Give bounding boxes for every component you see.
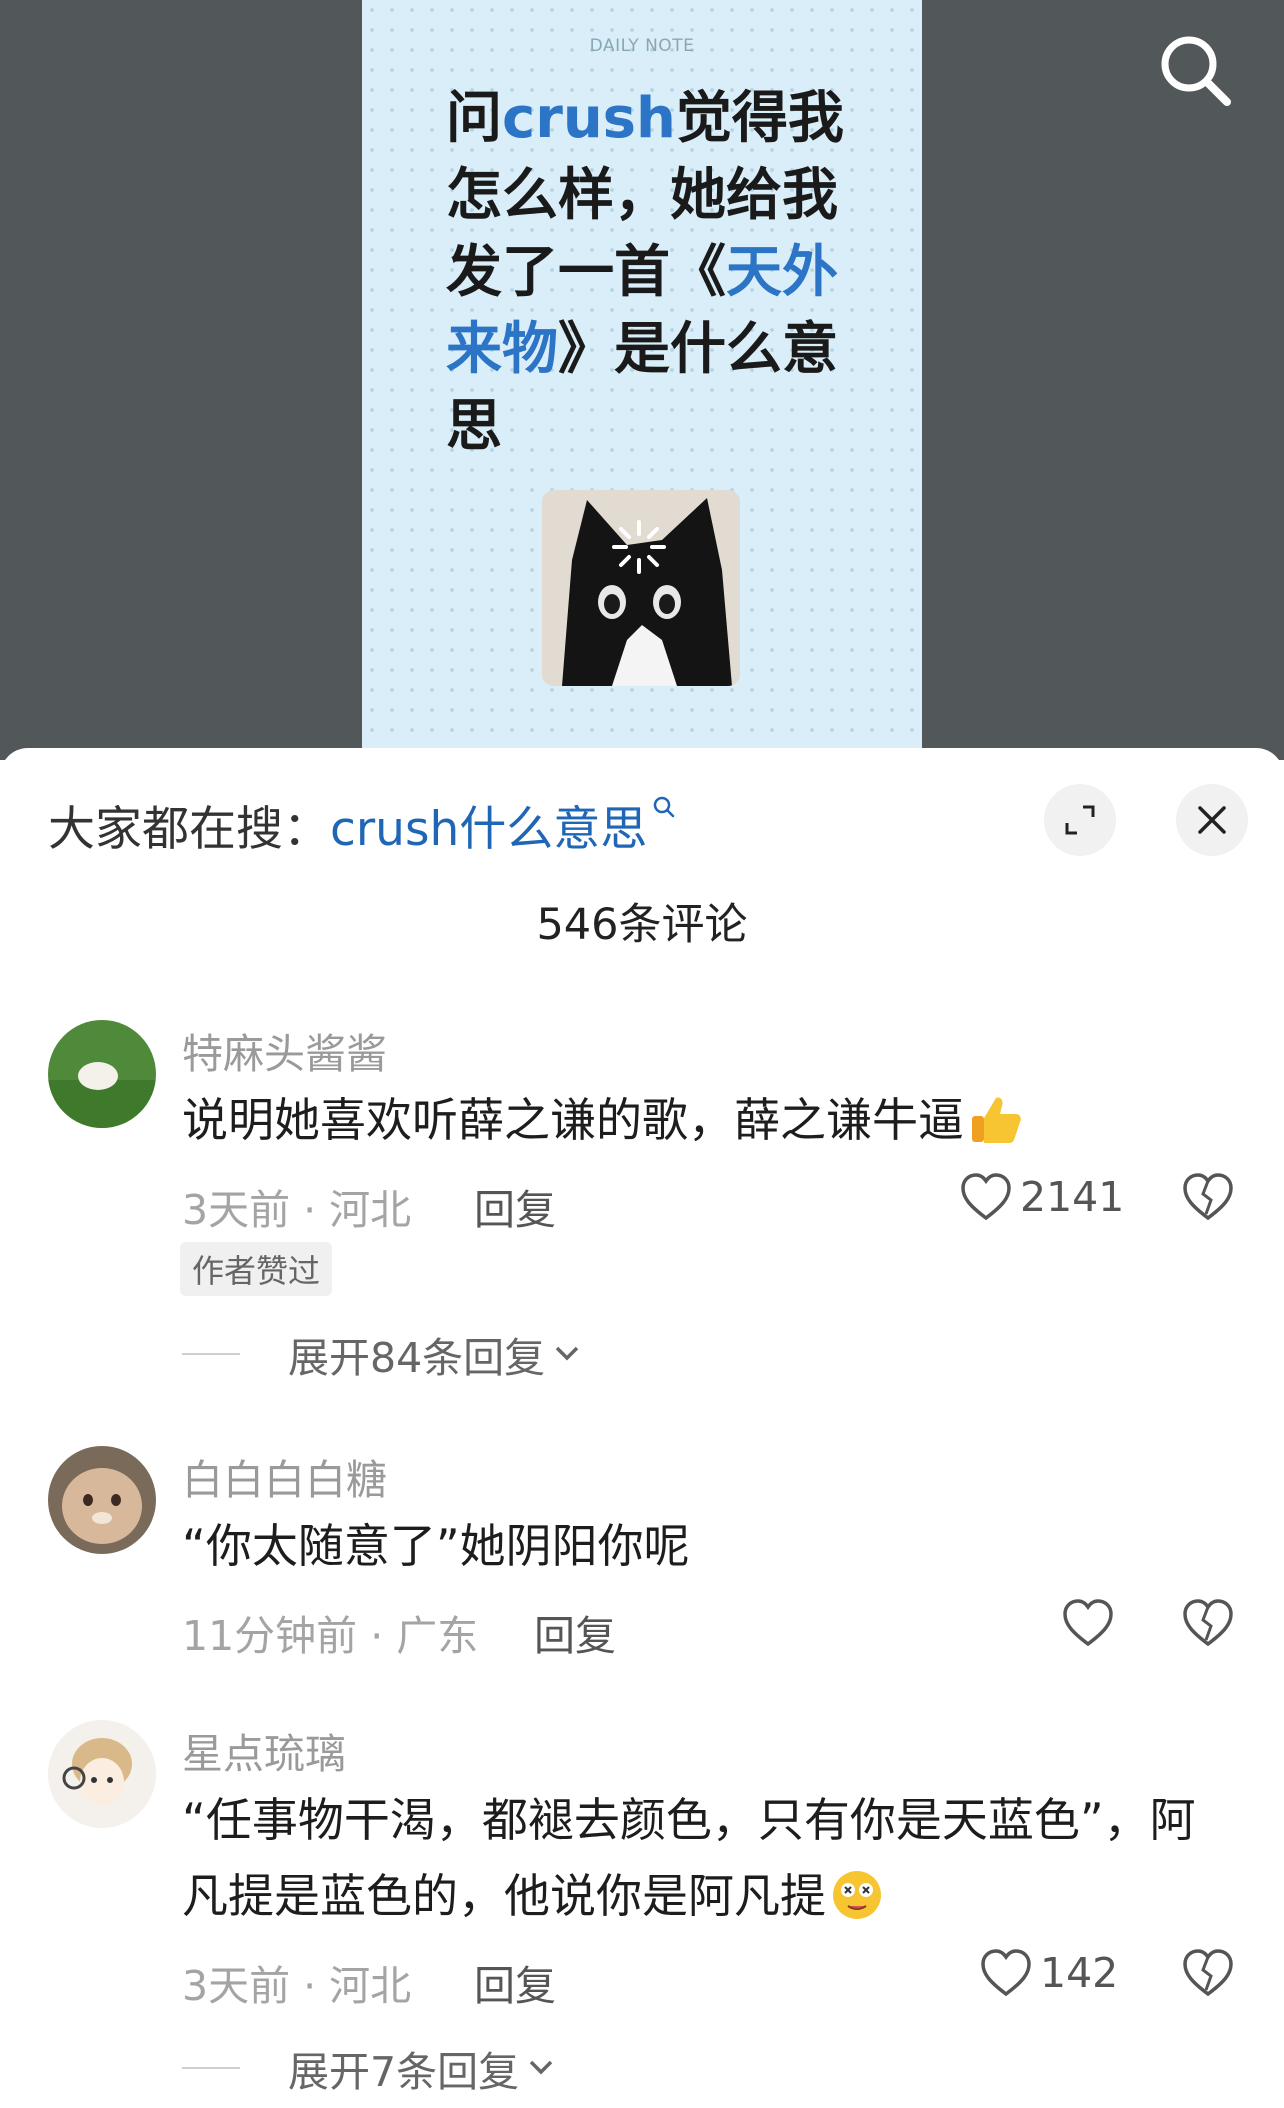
dislike-button[interactable] bbox=[1182, 1172, 1234, 1226]
expand-icon bbox=[1065, 805, 1095, 835]
like-button[interactable]: 142 bbox=[980, 1948, 1118, 1998]
avatar[interactable] bbox=[48, 1720, 156, 1828]
expand-sheet-button[interactable] bbox=[1044, 784, 1116, 856]
comment-text-body: 说明她喜欢听薛之谦的歌，薛之谦牛逼 bbox=[182, 1093, 964, 1147]
dislike-button[interactable] bbox=[1182, 1598, 1234, 1652]
reply-button[interactable]: 回复 bbox=[474, 1952, 556, 2012]
comment-text-body: “任事物干渴，都褪去颜色，只有你是天蓝色”，阿凡提是蓝色的，他说你是阿凡提 bbox=[182, 1793, 1196, 1923]
search-icon bbox=[653, 796, 675, 818]
expand-replies[interactable]: 展开7条回复 bbox=[182, 2038, 555, 2098]
like-count: 2141 bbox=[1020, 1173, 1125, 1221]
video-area[interactable]: DAILY NOTE 问crush觉得我怎么样，她给我发了一首《天外来物》是什么… bbox=[0, 0, 1284, 760]
dislike-button[interactable] bbox=[1182, 1948, 1234, 2002]
chevron-down-icon bbox=[555, 1346, 579, 1361]
username[interactable]: 星点琉璃 bbox=[182, 1720, 346, 1780]
expand-replies-label: 展开7条回复 bbox=[288, 2048, 520, 2096]
reply-button[interactable]: 回复 bbox=[534, 1602, 616, 1662]
title-part: 问 bbox=[446, 86, 502, 151]
search-button[interactable] bbox=[1155, 30, 1235, 110]
avatar[interactable] bbox=[48, 1020, 156, 1128]
close-button[interactable] bbox=[1176, 784, 1248, 856]
comment-count: 546条评论 bbox=[536, 900, 748, 950]
trend-prefix: 大家都在搜： bbox=[48, 802, 330, 857]
thumbs-up-emoji bbox=[972, 1097, 1021, 1143]
cat-illustration bbox=[542, 490, 740, 686]
dizzy-face-emoji bbox=[833, 1871, 881, 1919]
avatar[interactable] bbox=[48, 1446, 156, 1554]
like-button[interactable]: 2141 bbox=[960, 1172, 1124, 1222]
broken-heart-icon bbox=[1183, 1173, 1233, 1221]
trend-query[interactable]: crush什么意思 bbox=[330, 802, 647, 857]
comment-text: “任事物干渴，都褪去颜色，只有你是天蓝色”，阿凡提是蓝色的，他说你是阿凡提 bbox=[182, 1782, 1222, 1934]
title-part-highlight: crush bbox=[502, 86, 676, 151]
comment-text: “你太随意了”她阴阳你呢 bbox=[182, 1519, 690, 1573]
expand-replies[interactable]: 展开84条回复 bbox=[182, 1324, 581, 1384]
like-button[interactable] bbox=[1062, 1598, 1114, 1648]
trending-search[interactable]: 大家都在搜：crush什么意思 bbox=[48, 790, 677, 859]
expand-replies-label: 展开84条回复 bbox=[288, 1334, 546, 1382]
divider-line bbox=[182, 2067, 240, 2069]
comment-text: 说明她喜欢听薛之谦的歌，薛之谦牛逼 bbox=[182, 1082, 1222, 1158]
cat-image bbox=[542, 490, 740, 686]
heart-icon bbox=[981, 1949, 1031, 1997]
comment-meta: 3天前 · 河北 bbox=[182, 1186, 412, 1234]
heart-icon bbox=[1063, 1599, 1113, 1647]
broken-heart-icon bbox=[1183, 1949, 1233, 1997]
like-count: 142 bbox=[1040, 1949, 1119, 1997]
close-icon bbox=[1198, 806, 1226, 834]
reply-button[interactable]: 回复 bbox=[474, 1176, 556, 1236]
divider-line bbox=[182, 1353, 240, 1355]
post-image: DAILY NOTE 问crush觉得我怎么样，她给我发了一首《天外来物》是什么… bbox=[362, 0, 922, 760]
author-liked-badge: 作者赞过 bbox=[180, 1242, 333, 1296]
comment-meta: 11分钟前 · 广东 bbox=[182, 1612, 479, 1660]
post-tag: DAILY NOTE bbox=[589, 36, 695, 56]
search-icon bbox=[1161, 36, 1231, 106]
post-title: 问crush觉得我怎么样，她给我发了一首《天外来物》是什么意思 bbox=[446, 80, 846, 465]
comment-meta: 3天前 · 河北 bbox=[182, 1962, 412, 2010]
username[interactable]: 白白白白糖 bbox=[182, 1446, 387, 1506]
chevron-down-icon bbox=[529, 2060, 553, 2075]
heart-icon bbox=[961, 1173, 1011, 1221]
username[interactable]: 特麻头酱酱 bbox=[182, 1020, 387, 1080]
broken-heart-icon bbox=[1183, 1599, 1233, 1647]
